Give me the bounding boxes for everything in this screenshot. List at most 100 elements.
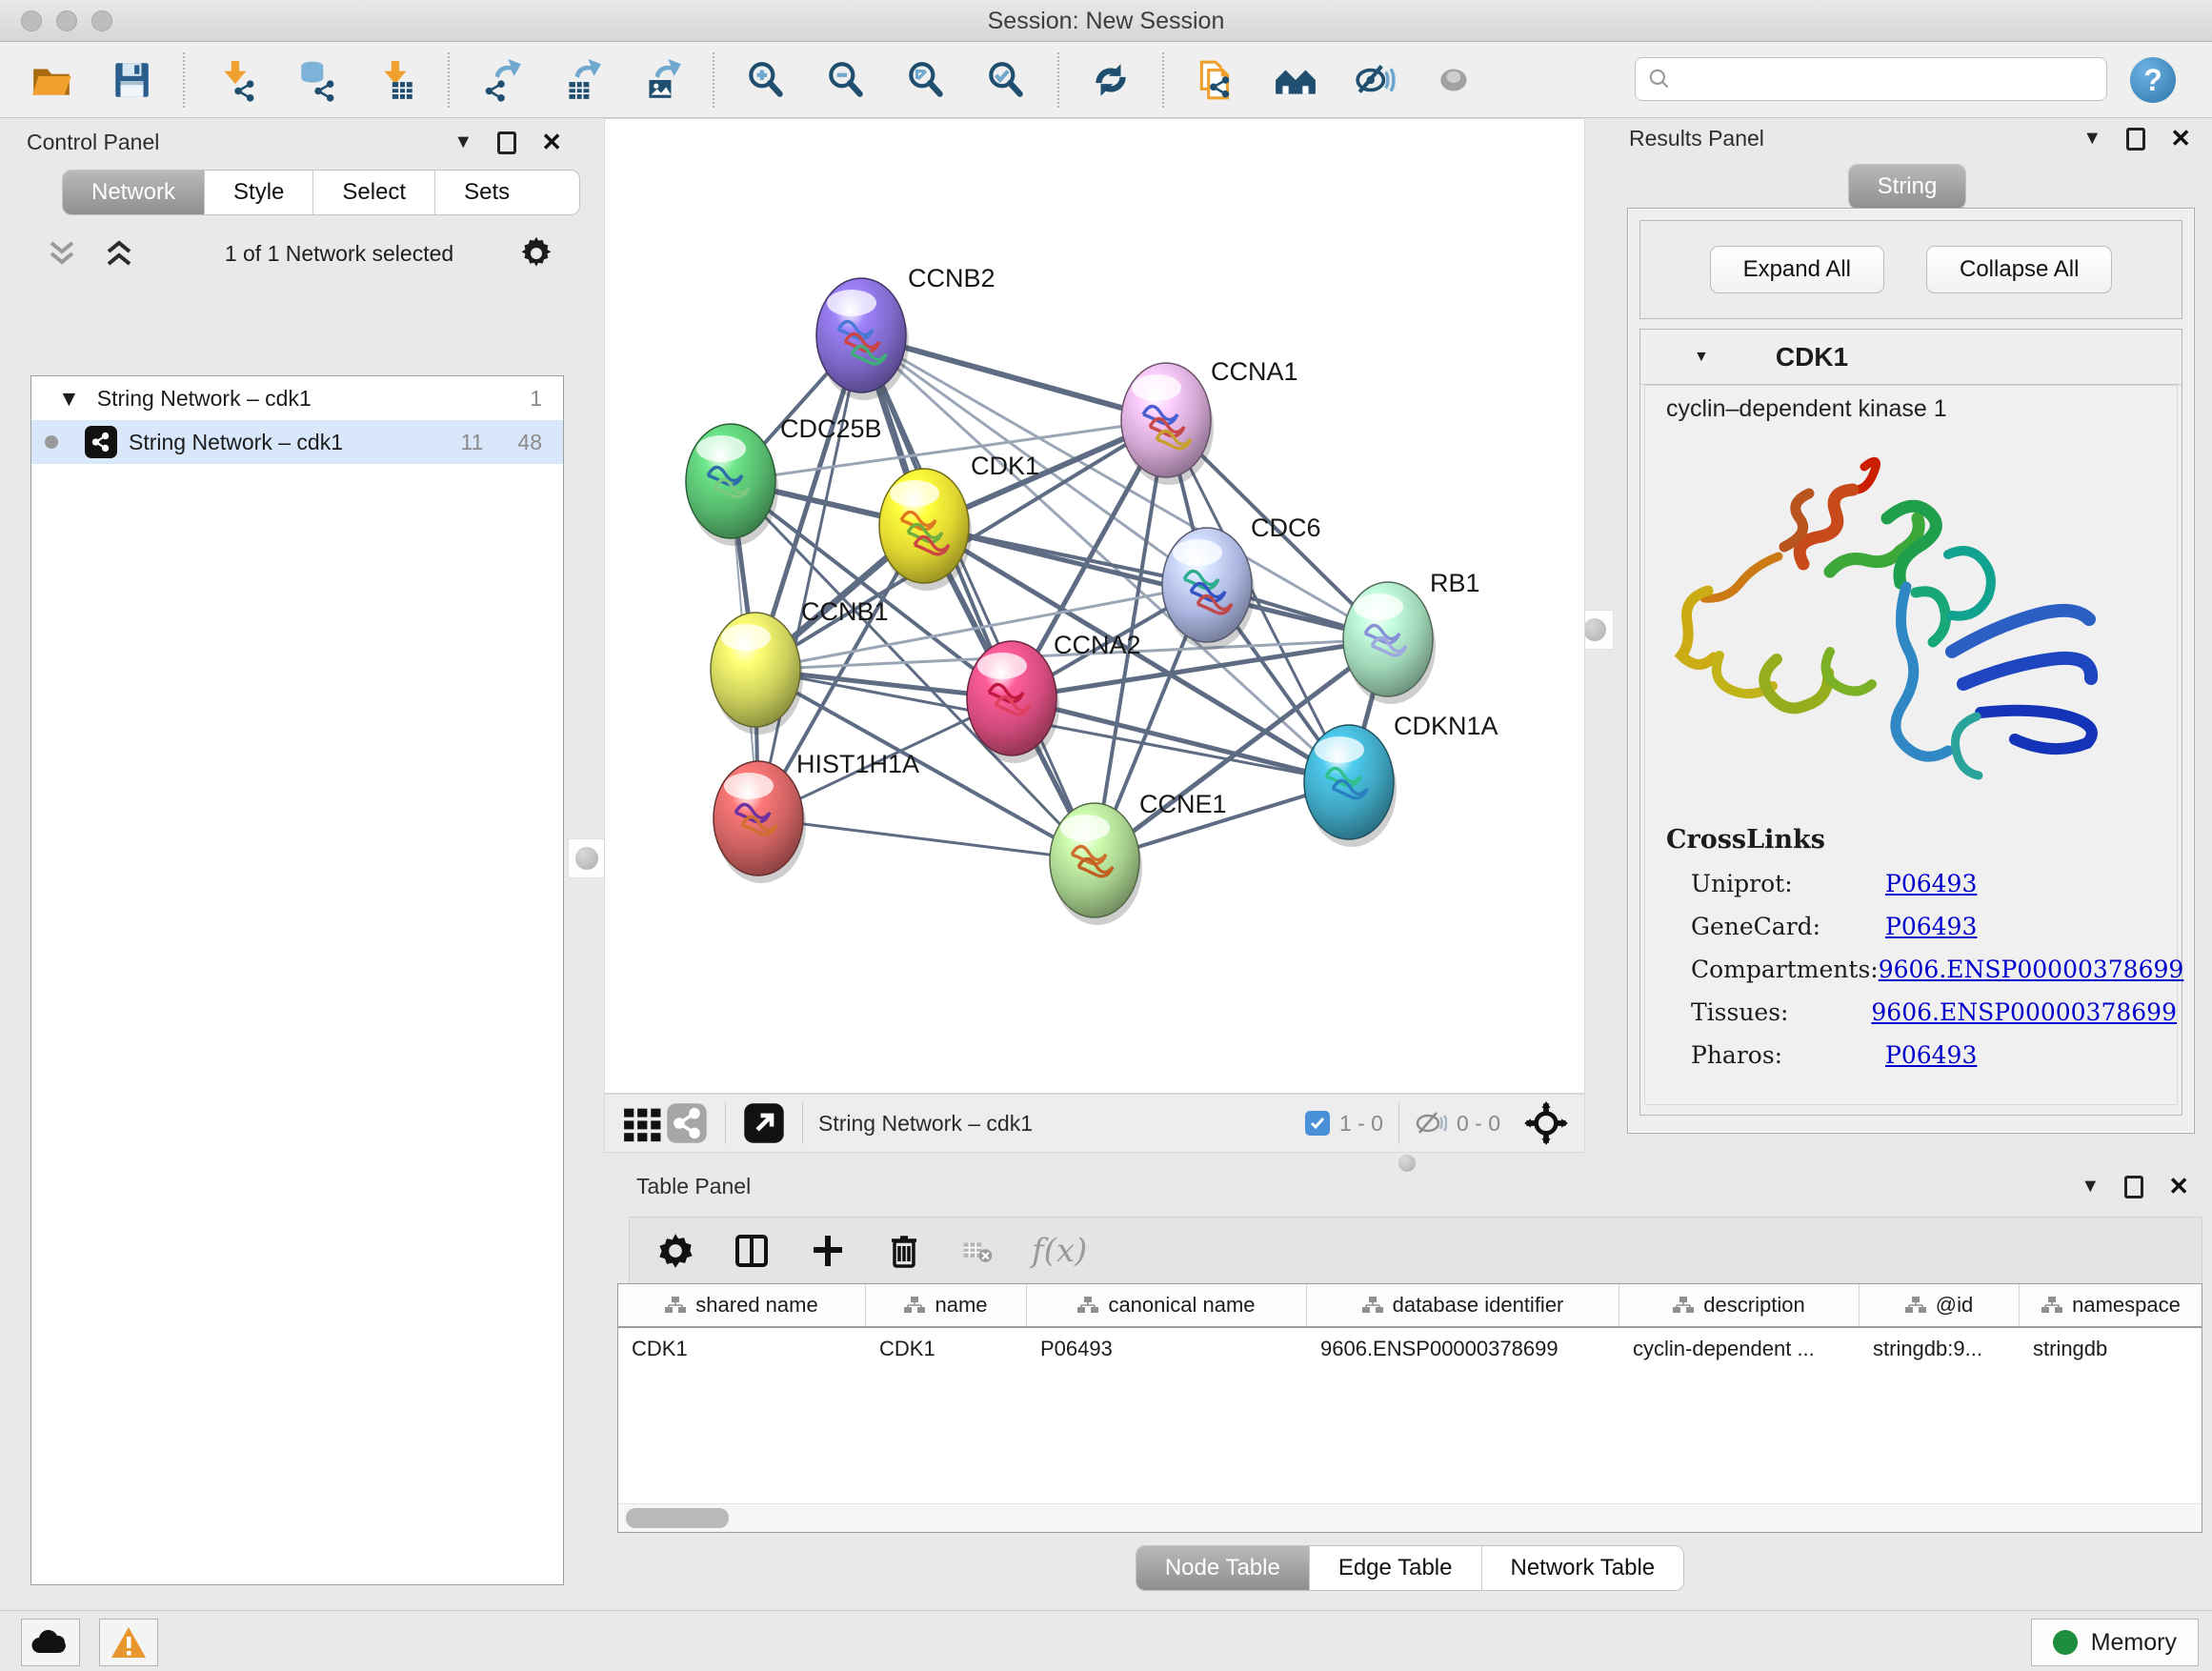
float-panel-icon[interactable] (2124, 1176, 2143, 1198)
crosslink-link[interactable]: P06493 (1885, 913, 1977, 940)
column-header-name[interactable]: name (866, 1284, 1027, 1326)
grid-icon[interactable] (618, 1100, 664, 1146)
node-HIST1H1A[interactable]: HIST1H1A (714, 750, 919, 883)
tab-style[interactable]: Style (205, 171, 313, 214)
close-panel-icon[interactable]: ✕ (2168, 1172, 2189, 1201)
panel-menu-icon[interactable]: ▼ (2081, 1176, 2100, 1198)
table-toolbar: f(x) (629, 1217, 2202, 1283)
edge-HIST1H1A-CCNE1[interactable] (758, 818, 1095, 860)
refresh-icon[interactable] (1088, 57, 1134, 103)
float-panel-icon[interactable] (2126, 128, 2145, 151)
export-image-icon[interactable] (638, 57, 684, 103)
tab-network-table[interactable]: Network Table (1482, 1546, 1684, 1590)
node-CDC25B[interactable]: CDC25B (686, 414, 882, 546)
column-header-description[interactable]: description (1619, 1284, 1860, 1326)
network-row[interactable]: String Network – cdk1 11 48 (31, 420, 563, 464)
tab-edge-table[interactable]: Edge Table (1310, 1546, 1482, 1590)
external-window-icon[interactable] (741, 1100, 787, 1146)
export-table-icon[interactable] (558, 57, 604, 103)
edge-count: 48 (517, 430, 542, 455)
tab-string[interactable]: String (1849, 165, 1966, 209)
crosslink-link[interactable]: P06493 (1885, 1041, 1977, 1069)
expand-all-icon[interactable] (103, 239, 135, 268)
column-header-shared-name[interactable]: shared name (618, 1284, 866, 1326)
column-header-id[interactable]: @id (1860, 1284, 2020, 1326)
table-cell: stringdb:9... (1860, 1328, 2020, 1370)
open-session-icon[interactable] (29, 57, 74, 103)
close-panel-icon[interactable]: ✕ (541, 128, 562, 157)
zoom-out-icon[interactable] (823, 57, 869, 103)
network-view-toolbar: String Network – cdk1 1 - 0 0 - 0 (604, 1094, 1585, 1153)
gene-section-header[interactable]: ▼ CDK1 (1640, 330, 2182, 385)
duplicate-network-icon[interactable] (1193, 57, 1238, 103)
checkbox-icon[interactable] (1305, 1111, 1330, 1136)
add-column-icon[interactable] (809, 1232, 847, 1270)
crosslink-row: GeneCard:P06493 (1666, 913, 2177, 940)
show-all-icon[interactable] (1433, 57, 1478, 103)
import-database-icon[interactable] (293, 57, 339, 103)
table-hscrollbar[interactable] (618, 1503, 2202, 1532)
hscroll-thumb[interactable] (626, 1508, 729, 1528)
zoom-selected-icon[interactable] (983, 57, 1029, 103)
close-panel-icon[interactable]: ✕ (2170, 124, 2191, 153)
hide-selected-icon[interactable] (1353, 57, 1398, 103)
edge-CCNB2-CCNE1[interactable] (861, 335, 1095, 860)
share-icon[interactable] (664, 1100, 710, 1146)
network-canvas[interactable]: CCNB2CCNA1CDC25BCDK1CDC6RB1CCNB1CCNA2CDK… (604, 118, 1585, 1094)
crosslink-link[interactable]: 9606.ENSP00000378699 (1879, 956, 2184, 983)
save-session-icon[interactable] (109, 57, 154, 103)
zoom-fit-icon[interactable] (903, 57, 949, 103)
tab-sets[interactable]: Sets (435, 171, 538, 214)
panel-menu-icon[interactable]: ▼ (2082, 128, 2101, 150)
node-label: CCNE1 (1139, 790, 1227, 818)
control-panel-tabs: NetworkStyleSelectSets (63, 171, 579, 214)
panel-menu-icon[interactable]: ▼ (453, 131, 473, 153)
left-splitter-handle[interactable] (568, 838, 606, 878)
collapse-all-icon[interactable] (46, 239, 78, 268)
string-results-box: Expand All Collapse All ▼ CDK1 cyclin–de… (1627, 208, 2195, 1134)
export-network-icon[interactable] (478, 57, 524, 103)
expand-triangle-icon[interactable]: ▼ (58, 386, 80, 412)
table-cell: cyclin-dependent ... (1619, 1328, 1860, 1370)
help-icon[interactable]: ? (2130, 57, 2176, 103)
column-header-database-identifier[interactable]: database identifier (1307, 1284, 1619, 1326)
crosshair-icon[interactable] (1523, 1100, 1569, 1146)
tab-node-table[interactable]: Node Table (1136, 1546, 1310, 1590)
gene-section: ▼ CDK1 cyclin–dependent kinase 1 (1639, 329, 2182, 1116)
tab-network[interactable]: Network (63, 171, 205, 214)
search-input[interactable] (1635, 57, 2107, 101)
node-CCNB2[interactable]: CCNB2 (816, 264, 995, 400)
edge-CDK1-RB1[interactable] (924, 526, 1388, 639)
memory-button[interactable]: Memory (2031, 1619, 2199, 1666)
first-neighbors-icon[interactable] (1273, 57, 1318, 103)
node-CCNE1[interactable]: CCNE1 (1050, 790, 1227, 925)
crosslink-link[interactable]: P06493 (1885, 870, 1977, 897)
zoom-in-icon[interactable] (743, 57, 789, 103)
collapse-triangle-icon[interactable]: ▼ (1694, 349, 1709, 366)
search-field[interactable] (1679, 67, 2095, 91)
table-row[interactable]: CDK1CDK1P064939606.ENSP00000378699cyclin… (618, 1328, 2202, 1370)
column-header-namespace[interactable]: namespace (2020, 1284, 2202, 1326)
tab-select[interactable]: Select (313, 171, 435, 214)
gear-icon[interactable] (656, 1232, 694, 1270)
float-panel-icon[interactable] (497, 131, 516, 154)
import-network-icon[interactable] (213, 57, 259, 103)
crosslink-link[interactable]: 9606.ENSP00000378699 (1871, 998, 2177, 1026)
network-collection-row[interactable]: ▼ String Network – cdk1 1 (31, 376, 563, 420)
edge-CCNB2-HIST1H1A[interactable] (758, 335, 861, 818)
network-graph[interactable]: CCNB2CCNA1CDC25BCDK1CDC6RB1CCNB1CCNA2CDK… (605, 119, 1584, 1093)
cloud-icon[interactable] (21, 1619, 80, 1666)
warning-icon[interactable] (99, 1619, 158, 1666)
columns-icon[interactable] (733, 1232, 771, 1270)
node-RB1[interactable]: RB1 (1343, 569, 1480, 704)
node-CDKN1A[interactable]: CDKN1A (1304, 712, 1498, 847)
gear-icon[interactable] (518, 235, 554, 272)
node-CDC6[interactable]: CDC6 (1162, 513, 1321, 650)
collapse-all-button[interactable]: Collapse All (1926, 246, 2112, 293)
delete-column-icon[interactable] (885, 1232, 923, 1270)
column-header-canonical-name[interactable]: canonical name (1027, 1284, 1307, 1326)
node-label: CCNB2 (908, 264, 995, 292)
expand-all-button[interactable]: Expand All (1710, 246, 1884, 293)
delete-table-icon (961, 1232, 994, 1270)
import-table-icon[interactable] (373, 57, 419, 103)
